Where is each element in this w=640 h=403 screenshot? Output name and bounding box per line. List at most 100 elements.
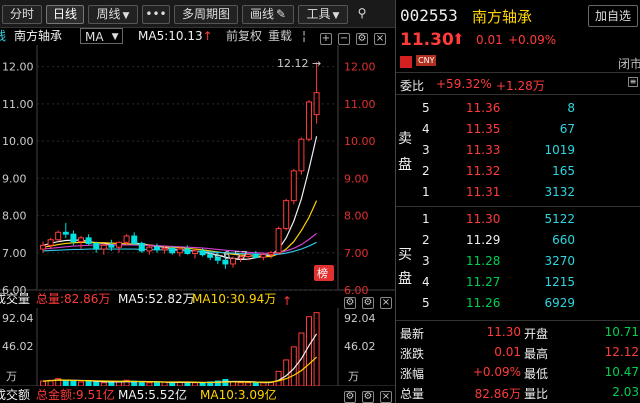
chevron-down-icon: ▼ <box>111 32 119 42</box>
stat-value: 10.71 <box>604 325 639 339</box>
tab-daily[interactable]: 日线 <box>46 5 84 24</box>
amount-header: 成交额 总金额:9.51亿 MA5:5.52亿 MA10:3.09亿 ⚙ ⚙ × <box>0 388 395 403</box>
rank-badge[interactable]: 榜 <box>317 266 328 280</box>
stats-row: 总量 82.86万 量比 2.03 <box>396 383 640 402</box>
price-tick-right: 10.00 <box>344 135 376 148</box>
overlay-button[interactable]: 重载 <box>268 28 292 44</box>
volume-bar <box>100 382 107 386</box>
more-button[interactable]: ••• <box>142 5 170 24</box>
volume-bar <box>199 382 206 386</box>
volume-bar <box>138 381 145 386</box>
zoom-out-icon[interactable]: − <box>338 29 350 45</box>
ask-row[interactable]: 1 11.31 3132 <box>396 183 640 202</box>
zoom-in-icon[interactable]: + <box>320 29 332 45</box>
book-price: 11.31 <box>466 185 501 199</box>
arrow-left-icon: ← <box>214 249 223 262</box>
settings-icon[interactable]: ⚙ <box>356 29 368 45</box>
ask-row[interactable]: 5 11.36 8 <box>396 99 640 118</box>
divider <box>396 320 640 321</box>
candle-body <box>268 252 274 256</box>
amount-ma5: MA5:5.52亿 <box>118 388 187 402</box>
chart-header: 线 南方轴承 MA ▼ MA5:10.13↑ 前复权 重载 ¦ + − ⚙ × <box>0 28 395 45</box>
arrow-up-icon: ⬆ <box>452 30 465 48</box>
candle-body <box>161 247 168 251</box>
settings-icon[interactable]: ⚙ <box>344 388 356 403</box>
candle-body <box>123 235 130 243</box>
tab-intraday[interactable]: 分时 <box>2 5 42 24</box>
menu-icon[interactable]: ≡ <box>628 77 638 87</box>
book-level: 3 <box>422 143 430 157</box>
candle-body <box>176 248 183 254</box>
volume-title: 成交量 <box>0 292 31 306</box>
candle-body <box>116 241 122 248</box>
stock-name: 南方轴承 <box>472 8 533 26</box>
volume-ma10: MA10:30.94万 <box>192 292 277 306</box>
ask-row[interactable]: 2 11.32 165 <box>396 162 640 181</box>
volume-bar <box>85 380 92 386</box>
draw-line-label: 画线 <box>249 7 274 21</box>
arrow-right-icon: → <box>309 57 322 70</box>
bid-row[interactable]: 3 11.28 3270 <box>396 252 640 271</box>
book-price: 11.29 <box>466 233 501 247</box>
bid-row[interactable]: 5 11.26 6929 <box>396 294 640 313</box>
tools-button[interactable]: 工具 ▼ <box>298 5 348 24</box>
price-tick-left: 10.00 <box>2 135 34 148</box>
volume-bar <box>78 381 84 386</box>
bid-row[interactable]: 2 11.29 660 <box>396 231 640 250</box>
volume-bar <box>154 382 160 386</box>
weibi-diff: +1.28万 <box>496 79 545 93</box>
volume-bar <box>283 359 290 386</box>
indicator-select[interactable]: MA ▼ <box>80 28 123 44</box>
weekly-label: 周线 <box>96 7 121 21</box>
candle-body <box>55 231 62 241</box>
low-value: 6.57 <box>223 249 248 262</box>
book-volume: 3132 <box>544 185 575 199</box>
candlestick-chart[interactable]: 12.0011.0010.009.008.007.006.00 12.0011.… <box>0 45 395 300</box>
add-watchlist-button[interactable]: 加自选 <box>588 5 638 27</box>
bid-row[interactable]: 4 11.27 1215 <box>396 273 640 292</box>
bid-row[interactable]: 1 11.30 5122 <box>396 210 640 229</box>
stat-value: 2.03 <box>612 385 639 399</box>
book-level: 3 <box>422 254 430 268</box>
stat-label: 开盘 <box>524 327 549 341</box>
close-icon[interactable]: × <box>374 29 386 45</box>
book-level: 2 <box>422 233 430 247</box>
book-volume: 5122 <box>544 212 575 226</box>
fq-button[interactable]: 前复权 <box>226 28 262 44</box>
volume-bar <box>169 382 176 386</box>
volume-header: 成交量 总量:82.86万 MA5:52.82万 MA10:30.94万 ↑ ⚙… <box>0 290 395 309</box>
book-volume: 8 <box>567 101 575 115</box>
indicator-options-icon[interactable]: ¦ <box>302 28 306 44</box>
book-level: 4 <box>422 275 430 289</box>
volume-total: 总量:82.86万 <box>36 292 111 306</box>
vol-label-mid-right: 46.02 <box>344 340 376 353</box>
arrow-up-icon: ↑ <box>202 29 213 43</box>
multi-period-button[interactable]: 多周期图 <box>174 5 238 24</box>
price-tick-left: 7.00 <box>2 247 27 260</box>
volume-bar <box>237 382 244 386</box>
close-icon[interactable]: × <box>380 388 392 403</box>
volume-bar <box>70 380 77 386</box>
stat-label: 量比 <box>524 387 549 401</box>
candle-body <box>62 231 69 235</box>
price-tick-left: 9.00 <box>2 172 27 185</box>
draw-line-button[interactable]: 画线 ✎ <box>242 5 294 24</box>
volume-bar <box>192 382 198 386</box>
candle-body <box>290 170 297 202</box>
ask-row[interactable]: 3 11.33 1019 <box>396 141 640 160</box>
candle-body <box>146 246 153 252</box>
ask-row[interactable]: 4 11.35 67 <box>396 120 640 139</box>
chart-stock-name: 南方轴承 <box>14 29 63 43</box>
pencil-icon: ✎ <box>275 7 287 21</box>
price-tick-left: 8.00 <box>2 210 27 223</box>
tools-label: 工具 <box>306 7 331 21</box>
stat-value: 10.47 <box>604 365 639 379</box>
candle-body <box>154 246 160 251</box>
tab-weekly[interactable]: 周线 ▼ <box>88 5 138 24</box>
volume-bar <box>108 381 115 386</box>
candle-body <box>306 101 312 140</box>
settings-icon[interactable]: ⚙ <box>362 388 374 403</box>
search-icon[interactable]: ⚲ <box>352 5 372 24</box>
stats-row: 涨跌 0.01 最高 12.12 <box>396 343 640 362</box>
volume-chart[interactable]: 92.04 46.02 万 92.04 46.02 万 <box>0 308 395 386</box>
